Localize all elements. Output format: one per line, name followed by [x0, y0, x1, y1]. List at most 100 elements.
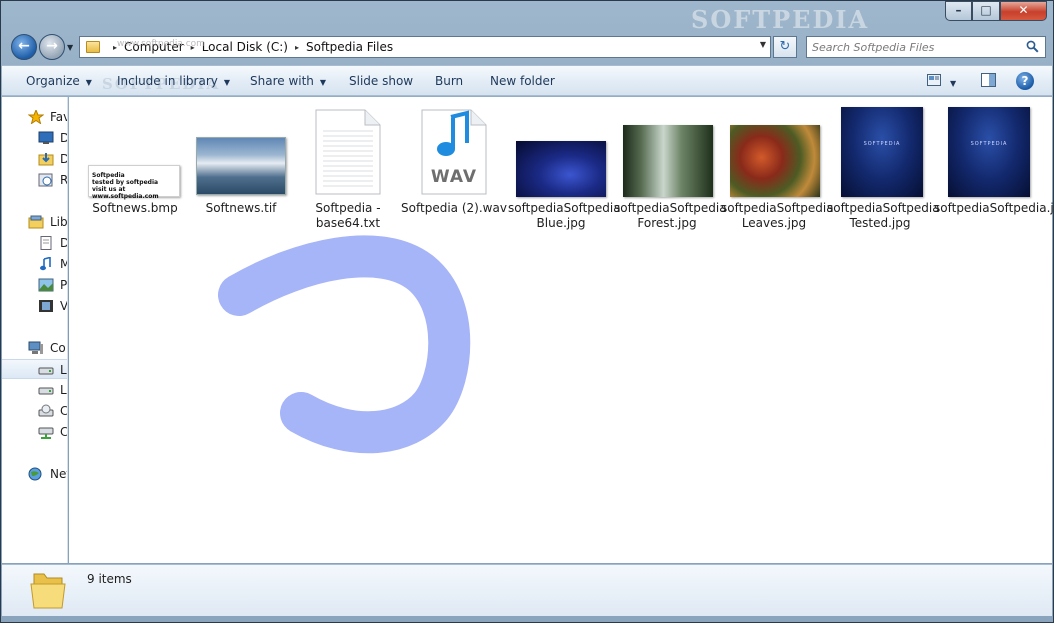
nav-item-pictures[interactable]: P	[2, 275, 68, 295]
softpedia-jpg-thumbnail: SOFTPEDIA	[948, 107, 1030, 197]
thumbnail-text: tested by softpedia	[92, 179, 159, 186]
chevron-down-icon: ▼	[950, 79, 957, 88]
file-name: Softnews.tif	[205, 201, 277, 215]
nav-item-network-drive[interactable]: C	[2, 422, 68, 442]
close-button[interactable]: ✕	[1000, 1, 1047, 21]
nav-item-label: C	[60, 425, 68, 439]
help-button[interactable]: ?	[1016, 72, 1034, 90]
change-view-icon[interactable]	[927, 74, 941, 86]
file-name: softpediaSoftpedia.jpg	[934, 201, 1054, 215]
minimize-icon: –	[955, 3, 962, 17]
thumbnail-caption: SOFTPEDIA	[970, 141, 1008, 148]
minimize-button[interactable]: –	[945, 1, 972, 21]
tif-thumbnail	[196, 137, 286, 195]
file-name: Softpedia (2).wav	[401, 201, 507, 215]
recent-pages-dropdown[interactable]: ▼	[67, 43, 73, 52]
navigation-pane[interactable]: FavDDRLibrDMPVCoLLCCNet	[2, 97, 68, 563]
nav-item-label: P	[60, 278, 68, 292]
file-item[interactable]: Softpedia - base64.txt	[295, 97, 401, 237]
file-item[interactable]: Softpedia tested by softpedia visit us at …	[82, 97, 188, 237]
local-disk-icon	[38, 383, 54, 397]
nav-item-local-disk[interactable]: L	[2, 359, 67, 379]
local-disk-icon	[38, 363, 54, 377]
search-icon[interactable]	[1026, 40, 1039, 53]
nav-item-documents[interactable]: D	[2, 233, 67, 253]
file-item[interactable]: SOFTPEDIA softpediaSoftpedia.jpg	[934, 97, 1054, 237]
nav-item-star[interactable]: Fav	[2, 107, 67, 127]
nav-item-network[interactable]: Net	[2, 464, 67, 484]
forward-arrow-icon: →	[46, 38, 58, 54]
back-arrow-icon: ←	[18, 38, 30, 54]
nav-item-computer[interactable]: Co	[2, 338, 67, 358]
nav-item-music[interactable]: M	[2, 254, 67, 274]
slide-show-button[interactable]: Slide show	[349, 74, 413, 88]
file-item[interactable]: WAV Softpedia (2).wav	[401, 97, 507, 237]
softpedia-url-watermark: www.softpedia.com	[117, 39, 205, 49]
nav-item-label: V	[60, 299, 68, 313]
file-item[interactable]: softpediaSoftpedia Leaves.jpg	[721, 97, 834, 237]
breadcrumb-separator-icon[interactable]: ▸	[295, 43, 299, 52]
nav-item-desktop[interactable]: D	[2, 128, 67, 148]
computer-icon	[28, 341, 44, 355]
nav-item-label: Co	[50, 341, 66, 355]
title-bar[interactable]: SOFTPEDIA – □ ✕	[1, 1, 1053, 34]
libraries-icon	[28, 215, 44, 229]
cd-drive-icon	[38, 404, 54, 418]
file-item[interactable]: softpediaSoftpedia Blue.jpg	[508, 97, 621, 237]
forest-jpg-thumbnail	[623, 125, 713, 197]
view-options-dropdown[interactable]: ▼	[950, 75, 956, 89]
nav-item-local-disk[interactable]: L	[2, 380, 67, 400]
nav-item-label: M	[60, 257, 67, 271]
nav-item-libraries[interactable]: Libr	[2, 212, 68, 232]
wav-badge: WAV	[430, 167, 478, 187]
file-list-pane[interactable]: Softpedia tested by softpedia visit us at …	[69, 97, 1054, 563]
recent-places-icon	[38, 173, 54, 187]
nav-item-label: Fav	[50, 110, 67, 124]
nav-item-label: R	[60, 173, 68, 187]
breadcrumb-local-disk[interactable]: Local Disk (C:)	[202, 40, 288, 54]
star-icon	[27, 108, 45, 125]
share-with-button[interactable]: Share with ▼	[250, 74, 326, 88]
file-item[interactable]: SOFTPEDIA softpediaSoftpedia Tested.jpg	[827, 97, 940, 237]
thumbnail-text: visit us at www.softpedia.com	[92, 186, 159, 200]
maximize-icon: □	[980, 3, 992, 17]
downloads-icon	[38, 152, 54, 166]
include-in-library-button[interactable]: Include in library ▼	[117, 74, 230, 88]
back-button[interactable]: ←	[11, 34, 37, 60]
file-item[interactable]: Softnews.tif	[188, 97, 294, 237]
search-input[interactable]	[812, 39, 1022, 55]
nav-item-label: D	[60, 236, 67, 250]
nav-item-label: Libr	[50, 215, 68, 229]
breadcrumb-softpedia-files[interactable]: Softpedia Files	[306, 40, 393, 54]
new-folder-button[interactable]: New folder	[490, 74, 555, 88]
pictures-icon	[38, 278, 54, 292]
text-document-icon	[315, 109, 381, 195]
chevron-down-icon: ▼	[223, 78, 231, 87]
folder-icon	[86, 41, 100, 53]
leaves-jpg-thumbnail	[730, 125, 820, 197]
nav-item-label: D	[60, 131, 67, 145]
maximize-button[interactable]: □	[972, 1, 1000, 21]
nav-item-cd-drive[interactable]: C	[2, 401, 67, 421]
organize-button[interactable]: Organize ▼	[26, 74, 92, 88]
bmp-thumbnail: Softpedia tested by softpedia visit us at …	[88, 165, 180, 200]
wav-audio-icon: WAV	[421, 109, 487, 195]
search-box[interactable]	[806, 36, 1046, 58]
forward-button[interactable]: →	[39, 34, 65, 60]
file-name: softpediaSoftpedia Leaves.jpg	[721, 201, 834, 230]
share-with-label: Share with	[250, 74, 314, 88]
chevron-down-icon: ▼	[319, 78, 327, 87]
address-dropdown-icon[interactable]: ▼	[760, 40, 766, 49]
nav-item-label: L	[60, 383, 67, 397]
file-item[interactable]: softpediaSoftpedia Forest.jpg	[614, 97, 727, 237]
nav-item-downloads[interactable]: D	[2, 149, 67, 169]
preview-pane-icon[interactable]	[981, 73, 996, 87]
documents-icon	[38, 236, 54, 250]
nav-item-videos[interactable]: V	[2, 296, 68, 316]
desktop-icon	[38, 131, 54, 145]
blue-jpg-thumbnail	[516, 141, 606, 197]
refresh-button[interactable]: ↻	[773, 36, 797, 58]
burn-button[interactable]: Burn	[435, 74, 463, 88]
network-drive-icon	[38, 425, 54, 439]
nav-item-recent-places[interactable]: R	[2, 170, 68, 190]
